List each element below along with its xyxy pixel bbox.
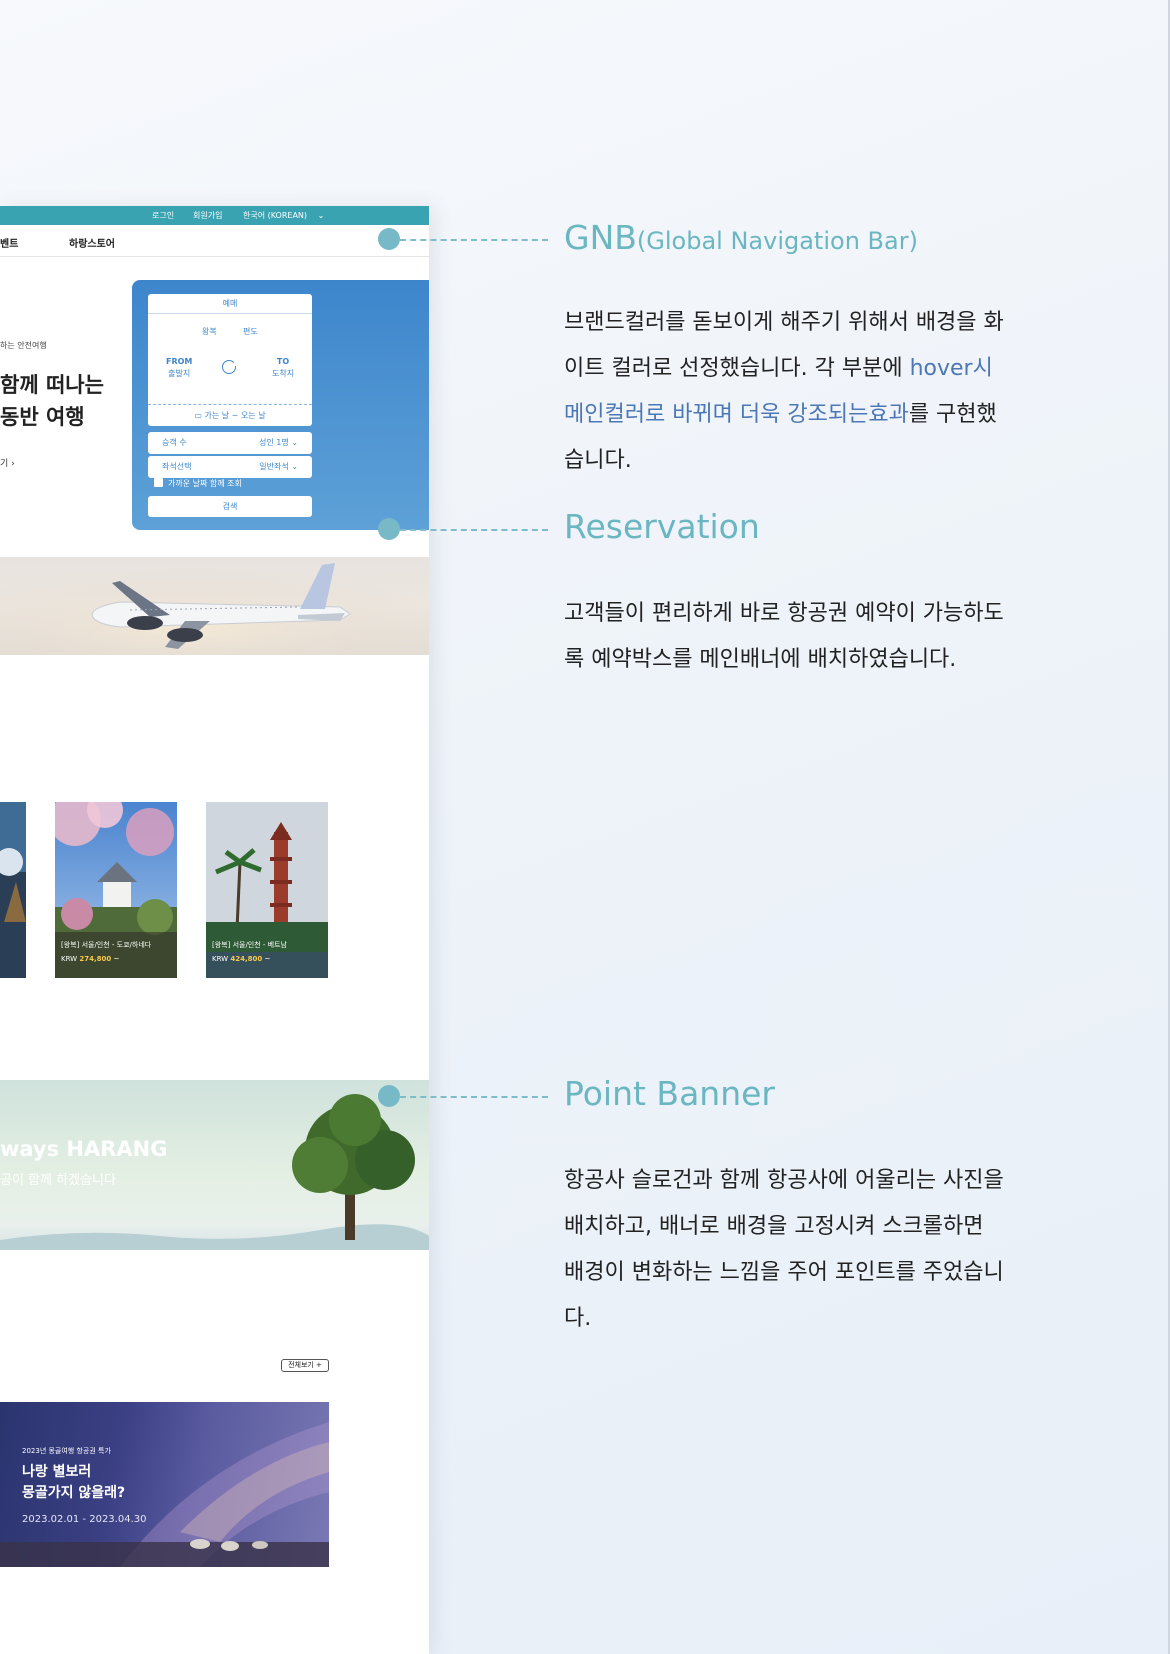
- annotation-title-gnb: GNB(Global Navigation Bar): [564, 218, 918, 257]
- airplane-illustration: [0, 557, 429, 655]
- point-banner-subtitle: 공이 함께 하겠습니다: [0, 1173, 116, 1188]
- checkbox-icon: [154, 478, 163, 487]
- card-price-value: 274,800: [79, 955, 112, 963]
- to-field[interactable]: TO 도착지: [272, 356, 294, 380]
- flexible-dates-label: 가까운 날짜 함께 조회: [168, 479, 242, 488]
- destination-photo-vietnam: [206, 802, 328, 978]
- annotation-title-reservation-text: Reservation: [564, 507, 760, 546]
- chevron-right-icon: ›: [11, 459, 15, 469]
- destination-photo: [0, 802, 26, 978]
- passengers-value-text: 성인 1명: [259, 438, 289, 447]
- hero-headline-line-1: 함께 떠나는: [0, 373, 104, 397]
- card-title: [왕복] 서울/인천 - 베트남: [212, 941, 287, 949]
- login-link[interactable]: 로그인: [152, 210, 174, 221]
- flexible-dates-checkbox[interactable]: 가까운 날짜 함께 조회: [154, 478, 242, 489]
- destination-card-partial[interactable]: [0, 802, 26, 978]
- annotation-desc-reservation: 고객들이 편리하게 바로 항공권 예약이 가능하도록 예약박스를 메인배너에 배…: [564, 601, 1004, 672]
- card-price-value: 424,800: [230, 955, 263, 963]
- seat-value: 일반좌석 ⌄: [259, 456, 298, 478]
- card-price: KRW 274,800 ~: [61, 955, 119, 963]
- airplane-image: [0, 557, 429, 655]
- promo-title-line-2: 몽골가지 않을래?: [22, 1485, 126, 1501]
- seat-label: 좌석선택: [162, 462, 192, 471]
- date-field-label: 가는 날 ~ 오는 날: [204, 411, 266, 420]
- passengers-value: 성인 1명 ⌄: [259, 432, 298, 454]
- annotation-leader-gnb: [400, 239, 548, 241]
- chevron-down-icon: ⌄: [291, 438, 298, 447]
- hero-headline-line-2: 동반 여행: [0, 405, 85, 429]
- language-select[interactable]: 한국어 (KOREAN) ⌄: [243, 210, 324, 221]
- annotation-marker-reservation: [378, 518, 400, 540]
- reservation-box: 예매 왕복 편도 FROM 출발지 TO 도착지 ▭ 가는 날 ~ 오는 날 승…: [132, 280, 429, 530]
- annotation-leader-reservation: [400, 529, 548, 531]
- global-navigation-bar: 벤트 하랑스토어: [0, 225, 429, 257]
- signup-link[interactable]: 회원가입: [193, 210, 222, 221]
- promo-period: 2023.02.01 - 2023.04.30: [22, 1514, 147, 1525]
- to-value: 도착지: [272, 369, 295, 378]
- view-all-button[interactable]: 전체보기 +: [281, 1359, 329, 1372]
- route-selector: 왕복 편도 FROM 출발지 TO 도착지: [148, 314, 312, 404]
- annotation-title-point-banner: Point Banner: [564, 1074, 775, 1113]
- round-trip-option[interactable]: 왕복: [202, 326, 217, 337]
- utility-topbar: 로그인 회원가입 한국어 (KOREAN) ⌄: [0, 206, 429, 225]
- seat-value-text: 일반좌석: [259, 462, 289, 471]
- passengers-field[interactable]: 승객 수 성인 1명 ⌄: [148, 432, 312, 454]
- destination-photo-japan: [55, 802, 177, 978]
- annotation-marker-gnb: [378, 228, 400, 250]
- hero-more-link[interactable]: 기 ›: [0, 456, 15, 469]
- chevron-down-icon: ⌄: [291, 462, 298, 471]
- annotation-leader-point-banner: [400, 1096, 548, 1098]
- annotation-title-gnb-sub: (Global Navigation Bar): [636, 227, 918, 255]
- annotation-marker-point-banner: [378, 1085, 400, 1107]
- gnb-item-store[interactable]: 하랑스토어: [69, 235, 115, 250]
- gnb-item-event[interactable]: 벤트: [0, 235, 18, 250]
- card-price-suffix: ~: [113, 955, 120, 963]
- annotation-desc-point-banner: 항공사 슬로건과 함께 항공사에 어울리는 사진을 배치하고, 배너로 배경을 …: [564, 1168, 1004, 1331]
- chevron-down-icon: ⌄: [317, 211, 325, 220]
- reservation-tab[interactable]: 예매: [148, 294, 312, 314]
- promo-banner[interactable]: 2023년 몽골여행 항공권 특가 나랑 별보러 몽골가지 않을래? 2023.…: [0, 1402, 329, 1567]
- point-banner: ways HARANG 공이 함께 하겠습니다: [0, 1080, 429, 1250]
- promo-title-line-1: 나랑 별보러: [22, 1464, 92, 1480]
- search-button[interactable]: 검색: [148, 496, 312, 517]
- annotation-title-reservation: Reservation: [564, 507, 760, 546]
- hero-headline: 함께 떠나는 동반 여행: [0, 369, 104, 433]
- language-label: 한국어 (KOREAN): [243, 211, 308, 220]
- card-price: KRW 424,800 ~: [212, 955, 270, 963]
- promo-title: 나랑 별보러 몽골가지 않을래?: [22, 1462, 125, 1504]
- date-field[interactable]: ▭ 가는 날 ~ 오는 날: [148, 404, 312, 426]
- calendar-icon: ▭: [194, 411, 205, 420]
- hero-subtitle: 하는 안전여행: [0, 341, 47, 350]
- swap-icon[interactable]: [222, 360, 238, 374]
- card-title: [왕복] 서울/인천 - 도쿄/하네다: [61, 941, 152, 949]
- annotation-title-gnb-main: GNB: [564, 218, 637, 257]
- one-way-option[interactable]: 편도: [243, 326, 258, 337]
- promo-eyebrow: 2023년 몽골여행 항공권 특가: [22, 1447, 111, 1455]
- to-label: TO: [276, 357, 290, 366]
- card-currency: KRW: [61, 955, 78, 963]
- seat-field[interactable]: 좌석선택 일반좌석 ⌄: [148, 456, 312, 478]
- from-label: FROM: [166, 357, 193, 366]
- website-mockup: 로그인 회원가입 한국어 (KOREAN) ⌄ 벤트 하랑스토어 하는 안전여행…: [0, 206, 429, 1654]
- card-price-suffix: ~: [264, 955, 271, 963]
- from-field[interactable]: FROM 출발지: [166, 356, 192, 380]
- annotation-desc-gnb: 브랜드컬러를 돋보이게 해주기 위해서 배경을 화이트 컬러로 선정했습니다. …: [564, 300, 1004, 484]
- point-banner-title: ways HARANG: [0, 1137, 168, 1161]
- hero-more-label: 기: [0, 459, 9, 469]
- destination-card[interactable]: [왕복] 서울/인천 - 도쿄/하네다 KRW 274,800 ~: [55, 802, 177, 978]
- passengers-label: 승객 수: [162, 438, 187, 447]
- from-value: 출발지: [168, 369, 191, 378]
- card-currency: KRW: [212, 955, 229, 963]
- annotation-title-point-banner-text: Point Banner: [564, 1074, 775, 1113]
- tree-landscape-image: [0, 1094, 429, 1250]
- destination-card[interactable]: [왕복] 서울/인천 - 베트남 KRW 424,800 ~: [206, 802, 328, 978]
